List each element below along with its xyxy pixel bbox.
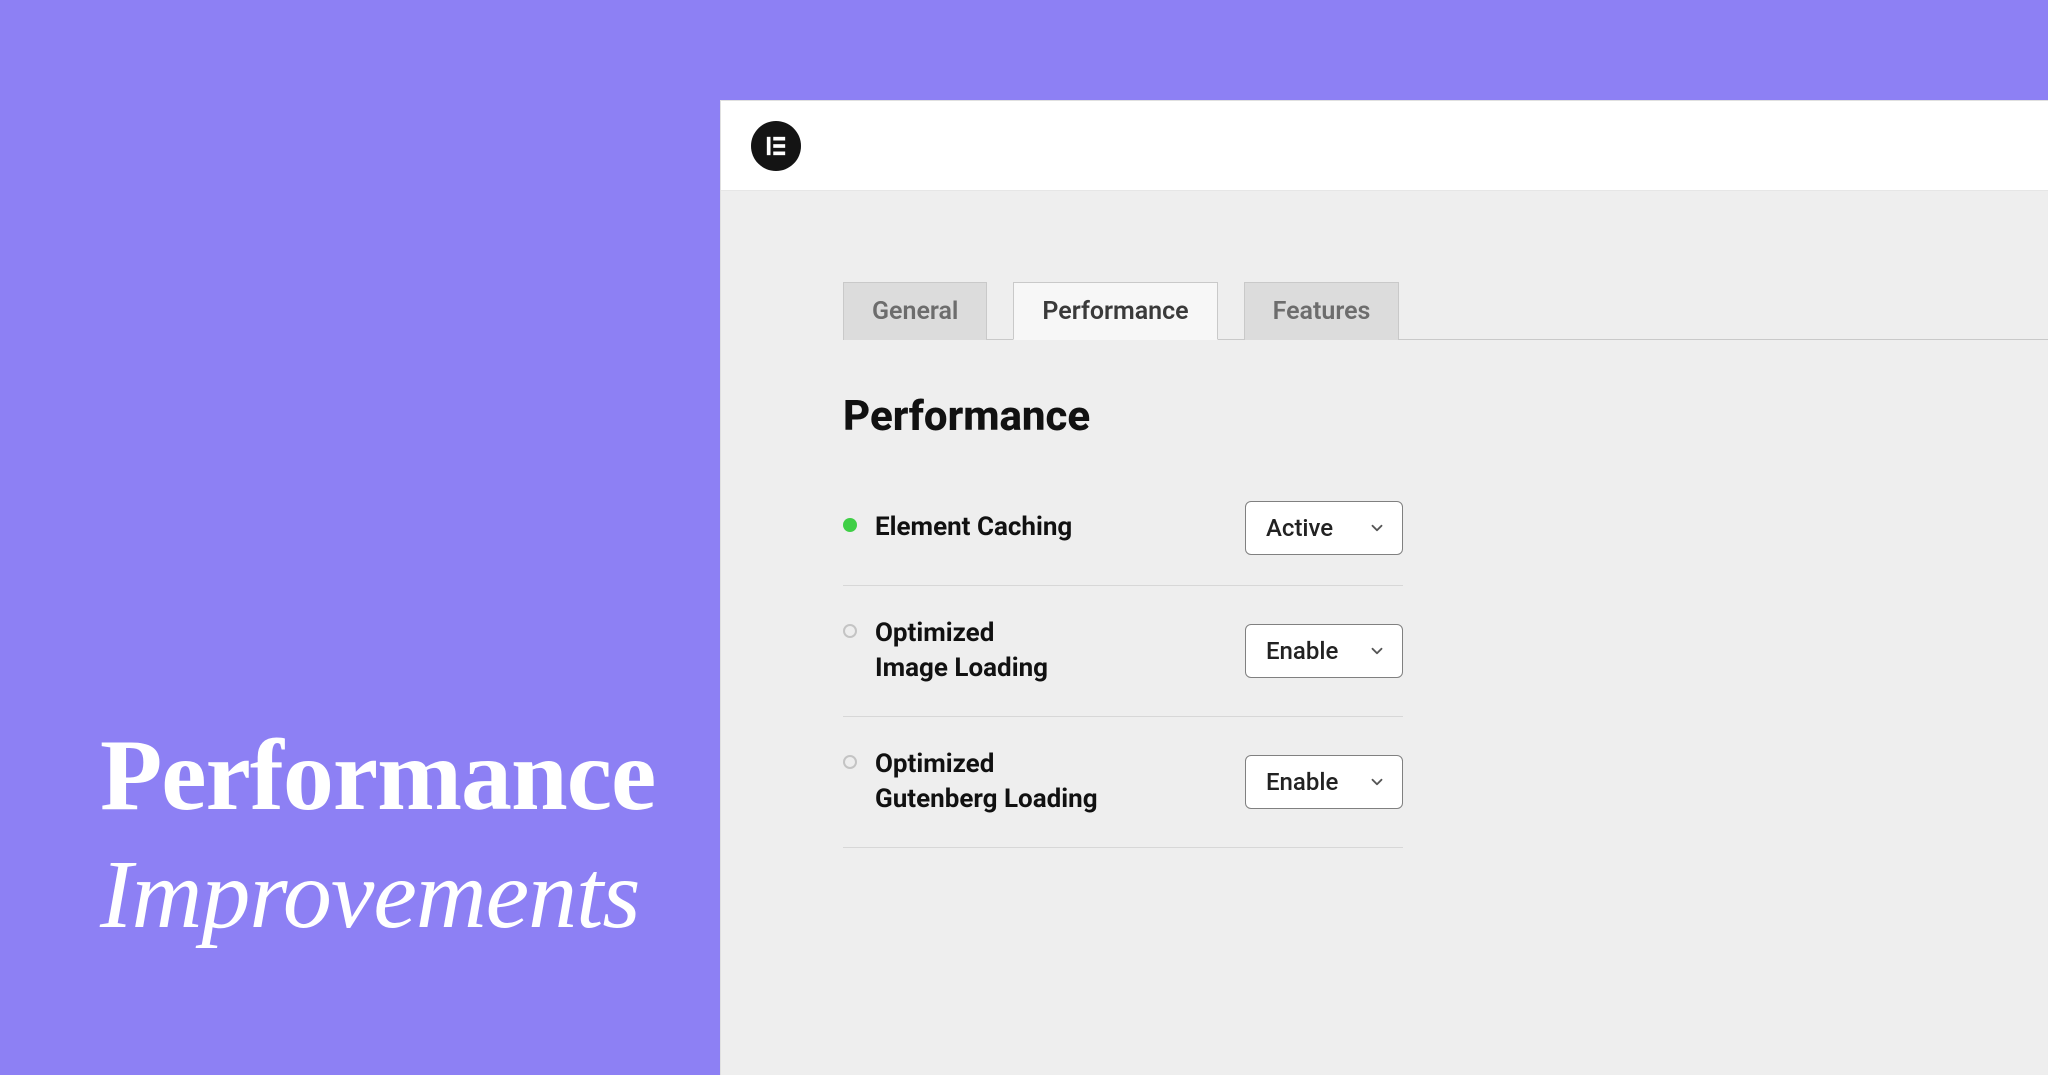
setting-label: OptimizedGutenberg Loading <box>875 747 1098 817</box>
panel-content: General Performance Features Performance E… <box>721 191 2048 1075</box>
setting-label: Element Caching <box>875 510 1072 545</box>
setting-row: Element Caching Active <box>843 483 1403 586</box>
settings-list: Element Caching Active OptimizedImage Load… <box>843 483 1403 848</box>
select-value: Active <box>1266 514 1333 542</box>
panel-topbar <box>721 101 2048 191</box>
select-value: Enable <box>1266 637 1338 665</box>
setting-label: OptimizedImage Loading <box>875 616 1048 686</box>
setting-row-left: Element Caching <box>843 510 1072 545</box>
setting-row: OptimizedImage Loading Enable <box>843 586 1403 717</box>
chevron-down-icon <box>1368 773 1386 791</box>
hero-line-2: Improvements <box>100 837 655 955</box>
setting-select[interactable]: Enable <box>1245 624 1403 678</box>
setting-select[interactable]: Enable <box>1245 755 1403 809</box>
hero-line-1: Performance <box>100 722 655 829</box>
status-dot-icon <box>843 755 857 769</box>
chevron-down-icon <box>1368 642 1386 660</box>
setting-select[interactable]: Active <box>1245 501 1403 555</box>
setting-row-left: OptimizedImage Loading <box>843 616 1048 686</box>
tab-label: Features <box>1273 297 1371 326</box>
setting-row: OptimizedGutenberg Loading Enable <box>843 717 1403 848</box>
page-root: Performance Improvements General Performa… <box>0 0 2048 1075</box>
tab-label: Performance <box>1042 297 1188 326</box>
settings-panel: General Performance Features Performance E… <box>720 100 2048 1075</box>
tab-features[interactable]: Features <box>1244 282 1400 340</box>
chevron-down-icon <box>1368 519 1386 537</box>
elementor-logo-icon <box>751 121 801 171</box>
setting-row-left: OptimizedGutenberg Loading <box>843 747 1098 817</box>
tab-performance[interactable]: Performance <box>1013 282 1217 340</box>
section-title: Performance <box>843 392 2048 441</box>
tab-label: General <box>872 297 958 326</box>
select-value: Enable <box>1266 768 1338 796</box>
tabs-bar: General Performance Features <box>843 281 2048 340</box>
status-dot-icon <box>843 518 857 532</box>
tab-general[interactable]: General <box>843 282 987 340</box>
status-dot-icon <box>843 624 857 638</box>
hero-title: Performance Improvements <box>100 722 655 955</box>
